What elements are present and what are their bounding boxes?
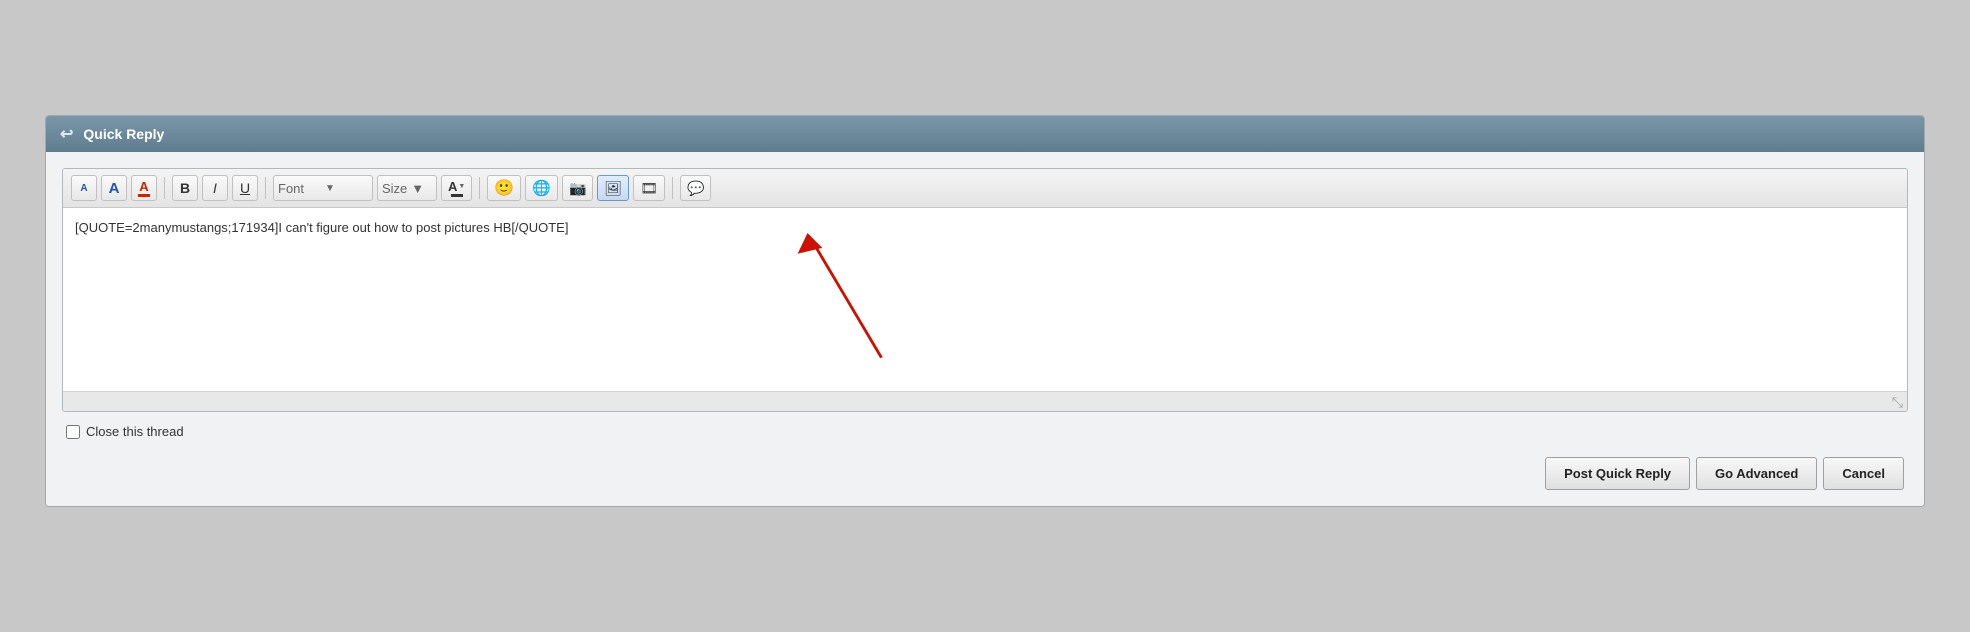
- bottom-buttons: Post Quick Reply Go Advanced Cancel: [62, 447, 1908, 490]
- emoji-button[interactable]: 🙂: [487, 175, 521, 201]
- bold-icon: B: [180, 180, 190, 196]
- reply-textarea[interactable]: [63, 208, 1907, 388]
- dropdown-arrow-small-icon: ▼: [458, 183, 465, 190]
- font-dropdown-label: Font: [278, 181, 321, 196]
- panel-body: A A A B: [46, 152, 1924, 506]
- editor-area-wrapper: [63, 208, 1907, 391]
- font-a-red-icon: A: [139, 180, 148, 193]
- italic-button[interactable]: I: [202, 175, 228, 201]
- insert-video-button[interactable]: 🎞: [633, 175, 665, 201]
- emoji-icon: 🙂: [494, 178, 514, 198]
- size-dropdown[interactable]: Size ▼: [377, 175, 437, 201]
- close-thread-checkbox[interactable]: [66, 425, 80, 439]
- size-dropdown-arrow-icon: ▼: [411, 181, 432, 196]
- separator-1: [164, 177, 165, 199]
- underline-button[interactable]: U: [232, 175, 258, 201]
- footer-options: Close this thread: [62, 412, 1908, 447]
- panel-title: Quick Reply: [83, 126, 164, 142]
- font-size-increase-button[interactable]: A: [101, 175, 127, 201]
- size-dropdown-label: Size: [382, 181, 407, 196]
- font-color-icon: A: [448, 180, 457, 193]
- font-a-small-icon: A: [80, 183, 87, 194]
- panel-header: ↩ Quick Reply: [46, 116, 1924, 152]
- page-container: ↩ Quick Reply A A A: [25, 95, 1945, 537]
- image-upload-button[interactable]: 📷: [562, 175, 593, 201]
- font-color-red-button[interactable]: A: [131, 175, 157, 201]
- camera-icon: 📷: [569, 180, 586, 197]
- separator-3: [479, 177, 480, 199]
- go-advanced-button[interactable]: Go Advanced: [1696, 457, 1817, 490]
- globe-icon: 🌐: [532, 179, 551, 197]
- insert-quote-button[interactable]: 💬: [680, 175, 711, 201]
- quick-reply-panel: ↩ Quick Reply A A A: [45, 115, 1925, 507]
- post-quick-reply-button[interactable]: Post Quick Reply: [1545, 457, 1690, 490]
- resize-bar: ⤡: [63, 391, 1907, 411]
- close-thread-label[interactable]: Close this thread: [66, 424, 184, 439]
- resize-handle-icon: ⤡: [1892, 395, 1903, 409]
- separator-2: [265, 177, 266, 199]
- insert-link-button[interactable]: 🌐: [525, 175, 558, 201]
- insert-image-button[interactable]: 🖼: [597, 175, 629, 201]
- separator-4: [672, 177, 673, 199]
- font-dropdown[interactable]: Font ▼: [273, 175, 373, 201]
- font-size-decrease-button[interactable]: A: [71, 175, 97, 201]
- reply-icon: ↩: [60, 124, 73, 144]
- underline-icon: U: [240, 180, 250, 196]
- editor-wrapper: A A A B: [62, 168, 1908, 412]
- italic-icon: I: [213, 180, 217, 196]
- film-icon: 🎞: [640, 180, 658, 197]
- close-thread-text: Close this thread: [86, 424, 184, 439]
- cancel-button[interactable]: Cancel: [1823, 457, 1904, 490]
- font-a-large-icon: A: [109, 180, 120, 197]
- image-frame-icon: 🖼: [604, 180, 622, 197]
- bold-button[interactable]: B: [172, 175, 198, 201]
- font-dropdown-arrow-icon: ▼: [325, 183, 368, 194]
- color-underline-icon: [451, 194, 463, 197]
- toolbar: A A A B: [63, 169, 1907, 208]
- font-color-button[interactable]: A ▼: [441, 175, 472, 201]
- color-bar-icon: [138, 194, 150, 197]
- quote-icon: 💬: [687, 180, 704, 197]
